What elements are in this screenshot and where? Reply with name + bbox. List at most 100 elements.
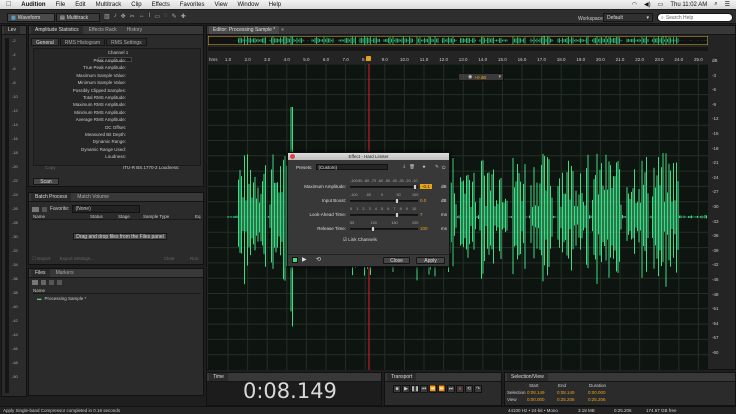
import-icon[interactable] [49, 280, 54, 285]
param-slider[interactable] [350, 198, 418, 204]
selection-duration[interactable]: 0:00.000 [588, 390, 606, 395]
fast-forward-icon[interactable]: ⏩ [438, 385, 446, 393]
stop-icon[interactable]: ■ [393, 385, 401, 393]
multitrack-button[interactable]: ▤ Multitrack [56, 13, 100, 22]
drop-files-zone[interactable]: Drag and drop files from the Files panel [73, 233, 167, 240]
editor-tab-menu[interactable]: ≡ [281, 27, 284, 33]
power-icon[interactable]: ⏻ [442, 165, 446, 170]
volume-icon[interactable]: ◀) [644, 1, 651, 8]
param-value-text[interactable]: 0.0 [420, 198, 426, 203]
search-help-field[interactable]: ⌕ Search Help [657, 13, 733, 22]
param-slider[interactable] [350, 212, 418, 218]
subtab-general[interactable]: General [31, 38, 59, 46]
apple-icon[interactable]:  [6, 1, 11, 8]
skip-selection-icon[interactable]: ↷ [474, 385, 482, 393]
apply-button[interactable]: Apply [416, 257, 445, 264]
subtab-rms-settings[interactable]: RMS Settings [106, 38, 147, 46]
col-stage[interactable]: Stage [118, 214, 130, 219]
zoom-navigator[interactable] [208, 47, 708, 51]
delete-preset-icon[interactable]: 🗑 [409, 164, 415, 170]
tab-effects-rack[interactable]: Effects Rack [85, 26, 121, 34]
scan-button[interactable]: Scan [33, 178, 59, 185]
param-value-text[interactable]: 100 [420, 226, 428, 231]
remove-icon[interactable] [42, 206, 47, 212]
menu-help[interactable]: Help [269, 2, 281, 8]
col-eq[interactable]: Eq [195, 214, 201, 219]
run-button[interactable]: Run [190, 256, 198, 261]
battery-icon[interactable]: ▭ [658, 1, 664, 8]
edit-icon[interactable]: ✎ [435, 164, 439, 170]
menu-favorites[interactable]: Favorites [180, 2, 205, 8]
waveform-button[interactable]: ▦ Waveform [7, 13, 55, 22]
link-channels-checkbox[interactable]: ☑ Link Channels [343, 237, 377, 243]
menu-window[interactable]: Window [237, 2, 258, 8]
wifi-icon[interactable]: ◠ [632, 1, 637, 8]
folder-icon[interactable] [32, 206, 39, 212]
tab-markers[interactable]: Markers [52, 269, 78, 277]
tab-match-volume[interactable]: Match Volume [73, 193, 113, 201]
pause-icon[interactable]: ❚❚ [411, 385, 419, 393]
hud-volume[interactable]: ⋮ ◉ +0 dB ▾ [458, 73, 504, 81]
tab-levels[interactable]: Lev [4, 26, 21, 34]
param-value[interactable]: 0.0 [420, 198, 426, 203]
param-value-text[interactable]: 7 [420, 212, 423, 217]
menu-file[interactable]: File [56, 2, 66, 8]
selection-end[interactable]: 0:08.149 [557, 390, 575, 395]
param-value[interactable]: 100 [420, 226, 428, 231]
col-name[interactable]: Name [33, 214, 45, 219]
fx-power-icon[interactable] [292, 257, 298, 263]
record-icon[interactable]: ● [456, 385, 464, 393]
save-preset-icon[interactable]: ⇩ [403, 164, 407, 170]
param-value-text[interactable]: -0.1 [422, 184, 430, 189]
param-slider[interactable] [350, 184, 418, 190]
menu-view[interactable]: View [215, 2, 228, 8]
tab-transport[interactable]: Transport [387, 373, 417, 381]
slider-thumb[interactable] [394, 198, 399, 204]
play-icon[interactable]: ▶ [402, 385, 410, 393]
tab-amplitude-statistics[interactable]: Amplitude Statistics [31, 26, 83, 34]
spot-heal-icon[interactable]: ✚ [181, 13, 186, 20]
files-column-name[interactable]: Name [33, 288, 201, 294]
tab-history[interactable]: History [123, 26, 147, 34]
tab-editor[interactable]: Editor: Processing Sample * [209, 26, 280, 34]
view-start[interactable]: 0:00.000 [527, 397, 545, 402]
move-to-previous-icon[interactable]: ⏮ [420, 385, 428, 393]
spectral-icon[interactable]: ▥ [104, 13, 110, 20]
slider-thumb[interactable] [412, 184, 417, 190]
razor-tool-icon[interactable]: ✂ [130, 13, 135, 20]
playhead-marker[interactable] [366, 56, 371, 61]
col-sample-type[interactable]: Sample Type [143, 214, 169, 219]
clear-button[interactable]: Clear [164, 256, 175, 261]
notification-icon[interactable]: ☰ [725, 1, 730, 8]
hud-volume-value[interactable]: +0 dB [474, 75, 486, 80]
favorite-star-icon[interactable]: ★ [422, 164, 426, 170]
loop-playback-icon[interactable]: ⟲ [465, 385, 473, 393]
spotlight-icon[interactable]: ⌕ [714, 1, 717, 8]
overview-waveform[interactable] [208, 36, 708, 45]
time-selection-icon[interactable]: I [149, 13, 151, 20]
view-end[interactable]: 0:25.206 [557, 397, 575, 402]
hud-chevron-icon[interactable]: ▾ [498, 74, 503, 80]
favorite-select[interactable]: (None) [72, 205, 141, 213]
menu-clip[interactable]: Clip [131, 2, 141, 8]
file-item[interactable]: ▬ Processing Sample * [37, 296, 86, 301]
close-file-icon[interactable] [57, 280, 62, 285]
move-to-next-icon[interactable]: ⏭ [447, 385, 455, 393]
param-value[interactable]: 7 [420, 212, 423, 217]
selection-start[interactable]: 0:08.149 [527, 390, 545, 395]
pitch-icon[interactable]: ♪ [114, 13, 117, 20]
slider-thumb[interactable] [394, 212, 399, 218]
clock[interactable]: Thu 11:02 AM [670, 2, 707, 8]
param-slider[interactable] [350, 226, 418, 232]
loop-icon[interactable]: ⟲ [316, 256, 321, 263]
menu-effects[interactable]: Effects [152, 2, 170, 8]
col-status[interactable]: Status [90, 214, 103, 219]
volume-knob-icon[interactable]: ◉ [468, 74, 472, 80]
preview-play-icon[interactable]: ▶ [302, 256, 307, 263]
tab-files[interactable]: Files [31, 269, 50, 277]
view-duration[interactable]: 0:25.206 [588, 397, 606, 402]
workspace-select[interactable]: Default ▾ [603, 13, 653, 22]
rewind-icon[interactable]: ⏪ [429, 385, 437, 393]
close-button[interactable]: Close [383, 257, 410, 264]
new-file-icon[interactable] [41, 280, 46, 285]
